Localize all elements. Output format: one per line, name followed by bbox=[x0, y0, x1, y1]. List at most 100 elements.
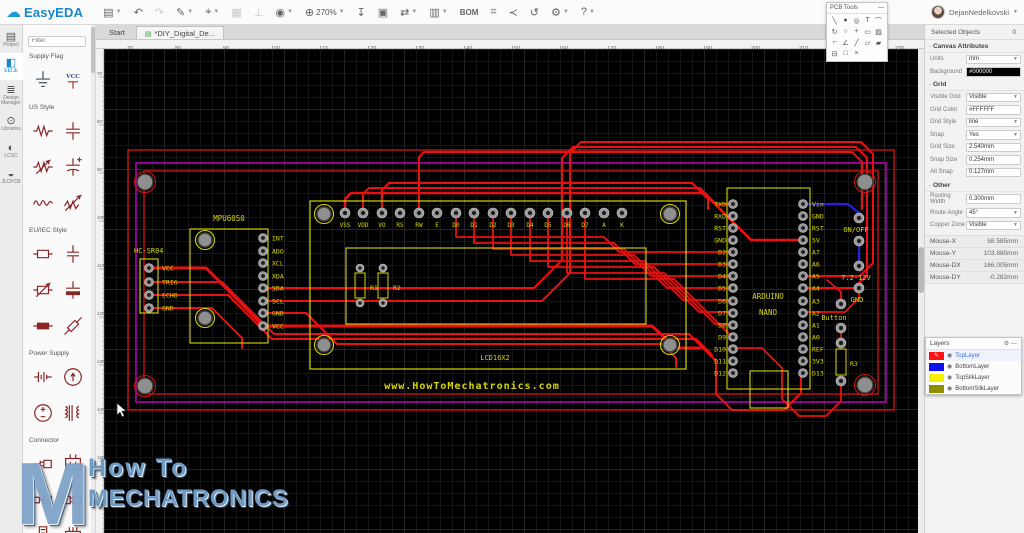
pcb-canvas[interactable]: VCC TRIG ECHO GND HC-SR04 INT ADO XCL XDA SDA SCL G… bbox=[104, 49, 924, 533]
library-item-connector-pair-2[interactable] bbox=[58, 482, 88, 518]
place-icon[interactable]: ⌖ ▼ bbox=[200, 4, 224, 21]
layer-row-toplayer[interactable]: ✎ ◉ TopLayer bbox=[926, 350, 1021, 361]
library-item-varistor-us[interactable] bbox=[58, 185, 88, 221]
rect-tool[interactable]: ▭ bbox=[862, 26, 873, 37]
field-grid-size[interactable]: 2.540mm bbox=[966, 142, 1021, 152]
pad-tool[interactable]: ● bbox=[840, 15, 851, 26]
rail-item-design-manager[interactable]: ≣ Design Manager bbox=[0, 80, 23, 112]
field-route-angle[interactable]: 45° ▼ bbox=[966, 208, 1021, 218]
rail-item-project[interactable]: ▤ Project bbox=[0, 27, 23, 53]
field-snap[interactable]: Yes ▼ bbox=[966, 130, 1021, 140]
library-item-transformer[interactable] bbox=[58, 395, 88, 431]
copper-area-tool[interactable]: ▱ bbox=[862, 37, 873, 48]
user-box[interactable]: DejanNedelkovski ▼ bbox=[931, 5, 1018, 19]
library-item-connector-block[interactable] bbox=[58, 518, 88, 533]
eye-icon[interactable]: ◉ bbox=[947, 385, 952, 392]
rail-item-jlcpcb[interactable]: ◒ JLCPCB bbox=[0, 164, 23, 190]
layer-color-swatch[interactable] bbox=[929, 362, 944, 371]
mounting-hole[interactable] bbox=[856, 173, 874, 191]
library-item-current-source[interactable] bbox=[58, 359, 88, 395]
section-title-other[interactable]: Other bbox=[925, 179, 1024, 192]
mounting-hole[interactable] bbox=[316, 206, 332, 222]
mounting-hole[interactable] bbox=[197, 232, 213, 248]
layer-color-swatch[interactable] bbox=[929, 373, 944, 382]
field-units[interactable]: mm ▼ bbox=[966, 54, 1021, 64]
tab-start[interactable]: Start bbox=[100, 25, 134, 39]
image-tool[interactable]: ▨ bbox=[873, 26, 884, 37]
collapse-icon[interactable]: — bbox=[878, 5, 884, 11]
library-item-diagonal-resistor-eu[interactable] bbox=[58, 308, 88, 344]
section-title-canvas-attributes[interactable]: Canvas Attributes bbox=[925, 40, 1024, 53]
dimension-tool[interactable]: ⌐ bbox=[829, 37, 840, 48]
field-copper-zone[interactable]: Visible ▼ bbox=[966, 220, 1021, 230]
mounting-hole[interactable] bbox=[136, 377, 154, 395]
layer-color-swatch[interactable]: ✎ bbox=[929, 351, 944, 360]
layer-color-swatch[interactable] bbox=[929, 384, 944, 393]
chart-icon[interactable]: ⌗ bbox=[485, 4, 501, 21]
library-item-thermistor-us[interactable] bbox=[28, 185, 58, 221]
field-alt-snap[interactable]: 0.127mm bbox=[966, 167, 1021, 177]
delete-tool[interactable]: × bbox=[851, 48, 862, 59]
library-item-polarized-capacitor[interactable] bbox=[58, 149, 88, 185]
gear-icon[interactable]: ⚙ bbox=[1004, 341, 1009, 347]
library-item-trimmer-resistor-us[interactable] bbox=[28, 149, 58, 185]
arc-tool[interactable]: ⌒ bbox=[873, 15, 884, 26]
share-icon[interactable]: ≺ bbox=[504, 4, 523, 21]
collapse-icon[interactable]: — bbox=[1011, 341, 1017, 347]
tab--diy_digital_de-[interactable]: ▤ *DIY_Digital_De... bbox=[135, 26, 224, 39]
library-item-capacitor-us[interactable] bbox=[58, 113, 88, 149]
file-icon[interactable]: ▤ ▼ bbox=[98, 4, 126, 21]
field-grid-color[interactable]: #FFFFFF bbox=[966, 105, 1021, 115]
library-scrollbar[interactable] bbox=[91, 25, 95, 533]
field-snap-size[interactable]: 0.254mm bbox=[966, 155, 1021, 165]
library-item-plug[interactable] bbox=[28, 446, 58, 482]
eye-icon[interactable]: ◉ bbox=[947, 374, 952, 381]
text-tool[interactable]: T bbox=[862, 15, 873, 26]
hole-tool[interactable]: □ bbox=[840, 48, 851, 59]
library-item-resistor-eu[interactable] bbox=[28, 236, 58, 272]
section-title-grid[interactable]: Grid bbox=[925, 78, 1024, 91]
library-item-pin-header[interactable] bbox=[28, 518, 58, 533]
layer-row-bottomsilklayer[interactable]: ◉ BottomSilkLayer bbox=[926, 383, 1021, 394]
eye-icon[interactable]: ◉ bbox=[947, 352, 952, 359]
rail-item-lcsc[interactable]: ◐ LCSC bbox=[0, 138, 23, 164]
layer-row-topsilklayer[interactable]: ◉ TopSilkLayer bbox=[926, 372, 1021, 383]
zoom-icon[interactable]: ⊕ 270% ▼ bbox=[300, 4, 350, 21]
library-item-socket-2pin[interactable] bbox=[58, 446, 88, 482]
angle-tool[interactable]: ∠ bbox=[840, 37, 851, 48]
field-grid-style[interactable]: line ▼ bbox=[966, 117, 1021, 127]
photo-icon[interactable]: ▣ bbox=[373, 4, 393, 21]
layer-manager-icon[interactable]: ▥ ▼ bbox=[424, 4, 452, 21]
measure-tool[interactable]: ⊟ bbox=[829, 48, 840, 59]
mounting-hole[interactable] bbox=[197, 310, 213, 326]
eye-icon[interactable]: ◉ bbox=[947, 363, 952, 370]
rail-item-eelib[interactable]: ◧ EELib bbox=[0, 53, 23, 80]
mounting-hole[interactable] bbox=[662, 337, 678, 353]
library-item-connector-pair-1[interactable] bbox=[28, 482, 58, 518]
help-icon[interactable]: ? ▼ bbox=[576, 4, 600, 20]
route-icon[interactable]: ⇄ ▼ bbox=[395, 4, 422, 21]
move-tool[interactable]: + bbox=[851, 26, 862, 37]
undo-icon[interactable]: ↶ bbox=[129, 4, 148, 21]
mounting-hole[interactable] bbox=[662, 206, 678, 222]
rotate-tool[interactable]: ↻ bbox=[829, 26, 840, 37]
field-routing-width[interactable]: 0.300mm bbox=[966, 194, 1021, 204]
library-item-gnd-flag[interactable] bbox=[28, 62, 58, 98]
filter-input[interactable] bbox=[28, 35, 86, 47]
settings-icon[interactable]: ⚙ ▼ bbox=[546, 4, 574, 21]
library-item-trimmer-resistor-eu[interactable] bbox=[28, 272, 58, 308]
layer-row-bottomlayer[interactable]: ◉ BottomLayer bbox=[926, 361, 1021, 372]
line-tool[interactable]: ╱ bbox=[851, 37, 862, 48]
mounting-hole[interactable] bbox=[316, 337, 332, 353]
history-icon[interactable]: ↺ bbox=[525, 4, 544, 21]
library-item-battery[interactable] bbox=[28, 359, 58, 395]
circle-tool[interactable]: ○ bbox=[840, 26, 851, 37]
mounting-hole[interactable] bbox=[856, 376, 874, 394]
library-item-capacitor-eu[interactable] bbox=[58, 236, 88, 272]
solid-region-tool[interactable]: ▰ bbox=[873, 37, 884, 48]
library-item-vcc-flag[interactable]: VCC bbox=[58, 62, 88, 98]
library-item-filled-resistor-eu[interactable] bbox=[28, 308, 58, 344]
library-item-electrolytic-capacitor[interactable] bbox=[58, 272, 88, 308]
field-background[interactable]: #000000 bbox=[966, 67, 1021, 77]
user-avatar[interactable] bbox=[931, 5, 946, 19]
